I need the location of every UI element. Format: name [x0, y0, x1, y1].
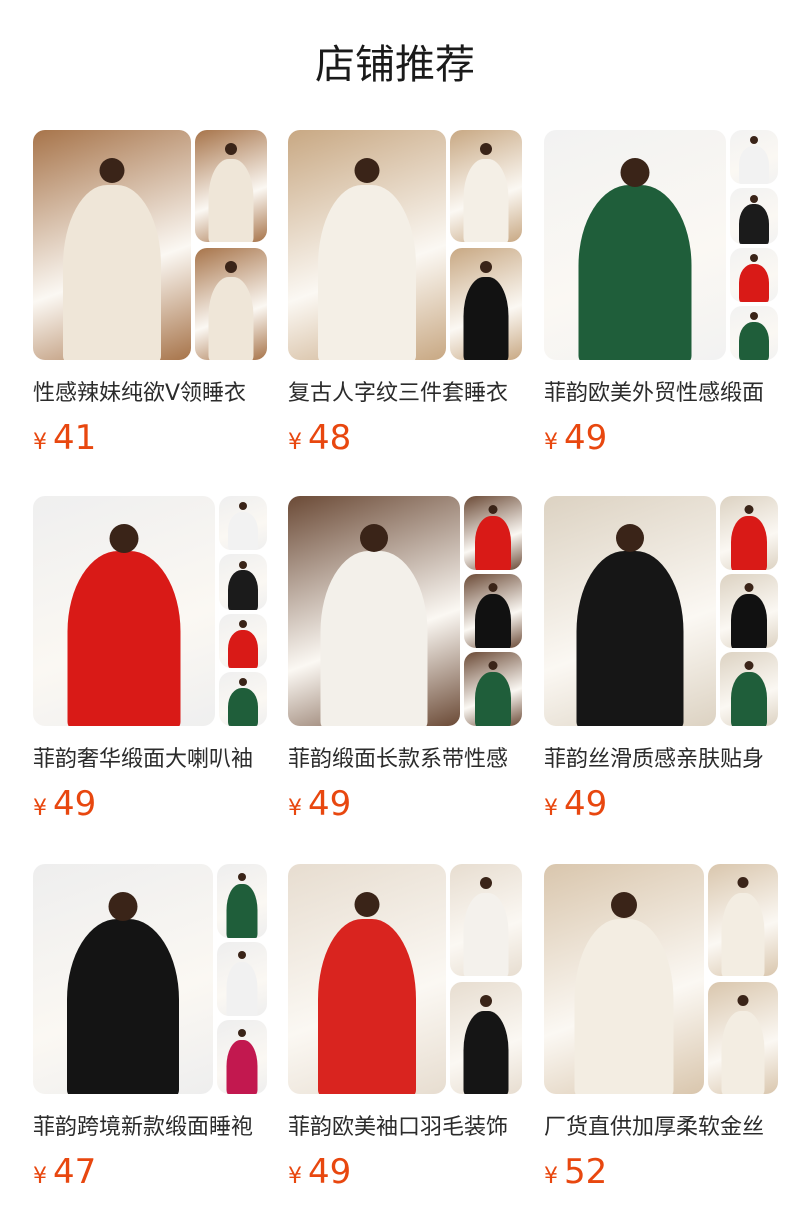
currency-symbol: ¥: [544, 796, 558, 821]
price-amount: 49: [308, 1152, 352, 1192]
currency-symbol: ¥: [33, 796, 47, 821]
product-price: ¥49: [33, 782, 267, 832]
currency-symbol: ¥: [288, 1164, 302, 1189]
product-thumbnail: [730, 248, 778, 302]
product-thumbnail: [708, 982, 778, 1094]
product-card[interactable]: 菲韵缎面长款系带性感 ¥49: [288, 496, 522, 832]
product-thumbnail: [730, 188, 778, 244]
currency-symbol: ¥: [544, 1164, 558, 1189]
product-main-image: [33, 864, 213, 1094]
product-price: ¥49: [288, 1150, 522, 1200]
currency-symbol: ¥: [288, 796, 302, 821]
product-name[interactable]: 菲韵丝滑质感亲肤贴身: [544, 744, 778, 776]
currency-symbol: ¥: [33, 1164, 47, 1189]
product-thumbnail: [219, 672, 267, 726]
product-image-group[interactable]: [33, 130, 267, 360]
product-image-group[interactable]: [33, 864, 267, 1094]
price-amount: 47: [53, 1152, 97, 1192]
product-name[interactable]: 菲韵跨境新款缎面睡袍: [33, 1112, 267, 1144]
product-name[interactable]: 菲韵欧美袖口羽毛装饰: [288, 1112, 522, 1144]
page-title: 店铺推荐: [315, 42, 475, 88]
product-card[interactable]: 菲韵跨境新款缎面睡袍 ¥47: [33, 864, 267, 1200]
product-image-group[interactable]: [288, 864, 522, 1094]
product-thumbnail: [450, 982, 522, 1094]
product-price: ¥47: [33, 1150, 267, 1200]
currency-symbol: ¥: [33, 430, 47, 455]
product-main-image: [544, 130, 726, 360]
product-card[interactable]: 菲韵欧美外贸性感缎面 ¥49: [544, 130, 778, 466]
price-amount: 49: [53, 784, 97, 824]
product-image-group[interactable]: [544, 130, 778, 360]
product-main-image: [288, 496, 460, 726]
currency-symbol: ¥: [544, 430, 558, 455]
product-card[interactable]: 性感辣妹纯欲V领睡衣 ¥41: [33, 130, 267, 466]
product-price: ¥49: [544, 782, 778, 832]
product-card[interactable]: 菲韵欧美袖口羽毛装饰 ¥49: [288, 864, 522, 1200]
product-thumbnail: [450, 248, 522, 360]
product-thumbnail: [217, 864, 267, 938]
product-thumbnail: [219, 614, 267, 668]
product-thumbnail: [219, 496, 267, 550]
price-amount: 52: [564, 1152, 608, 1192]
product-price: ¥48: [288, 416, 522, 466]
product-thumbnail: [450, 864, 522, 976]
product-main-image: [33, 130, 191, 360]
product-thumbnail: [217, 942, 267, 1016]
product-image-group[interactable]: [288, 130, 522, 360]
product-thumbnail: [708, 864, 778, 976]
product-thumbnail: [464, 574, 522, 648]
product-name[interactable]: 菲韵奢华缎面大喇叭袖: [33, 744, 267, 776]
product-card[interactable]: 菲韵丝滑质感亲肤贴身 ¥49: [544, 496, 778, 832]
product-thumbnail: [217, 1020, 267, 1094]
product-thumbnail: [720, 496, 778, 570]
product-thumbnail: [219, 554, 267, 610]
product-main-image: [288, 864, 446, 1094]
product-main-image: [544, 864, 704, 1094]
product-thumbnail: [720, 574, 778, 648]
price-amount: 49: [564, 418, 608, 458]
product-price: ¥49: [288, 782, 522, 832]
product-main-image: [544, 496, 716, 726]
price-amount: 49: [308, 784, 352, 824]
product-name[interactable]: 菲韵欧美外贸性感缎面: [544, 378, 778, 410]
product-thumbnail: [720, 652, 778, 726]
product-price: ¥41: [33, 416, 267, 466]
product-thumbnail: [195, 248, 267, 360]
product-image-group[interactable]: [288, 496, 522, 726]
product-image-group[interactable]: [544, 864, 778, 1094]
price-amount: 49: [564, 784, 608, 824]
currency-symbol: ¥: [288, 430, 302, 455]
price-amount: 48: [308, 418, 352, 458]
product-name[interactable]: 厂货直供加厚柔软金丝: [544, 1112, 778, 1144]
product-name[interactable]: 复古人字纹三件套睡衣: [288, 378, 522, 410]
product-main-image: [288, 130, 446, 360]
product-thumbnail: [464, 652, 522, 726]
product-card[interactable]: 复古人字纹三件套睡衣 ¥48: [288, 130, 522, 466]
product-price: ¥49: [544, 416, 778, 466]
product-thumbnail: [730, 130, 778, 184]
product-card[interactable]: 菲韵奢华缎面大喇叭袖 ¥49: [33, 496, 267, 832]
product-thumbnail: [464, 496, 522, 570]
product-image-group[interactable]: [544, 496, 778, 726]
product-card[interactable]: 厂货直供加厚柔软金丝 ¥52: [544, 864, 778, 1200]
product-price: ¥52: [544, 1150, 778, 1200]
product-name[interactable]: 性感辣妹纯欲V领睡衣: [33, 378, 267, 410]
product-main-image: [33, 496, 215, 726]
product-thumbnail: [730, 306, 778, 360]
product-thumbnail: [195, 130, 267, 242]
product-image-group[interactable]: [33, 496, 267, 726]
price-amount: 41: [53, 418, 97, 458]
product-name[interactable]: 菲韵缎面长款系带性感: [288, 744, 522, 776]
product-thumbnail: [450, 130, 522, 242]
